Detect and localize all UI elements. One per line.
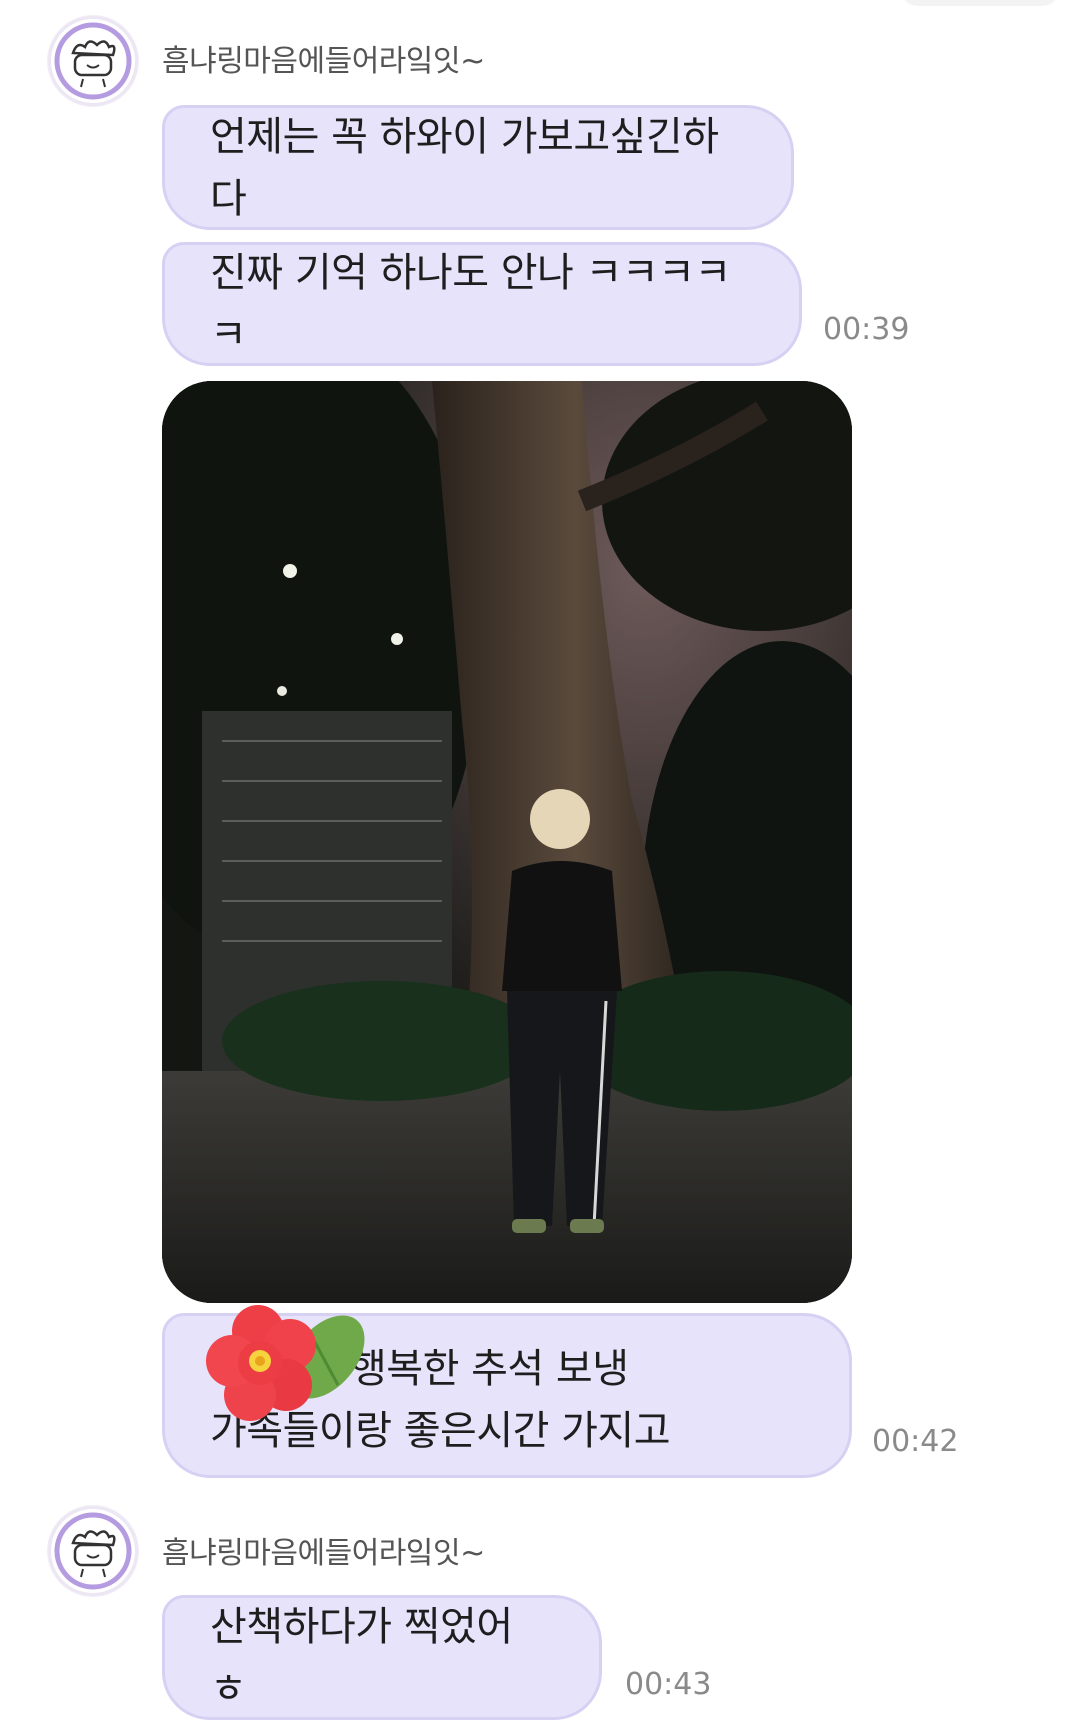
message-text: 진짜 기억 하나도 안나 ㅋㅋㅋㅋㅋ (210, 250, 731, 358)
sender-name: 흠냐링마음에들어라잌잇~ (162, 1536, 485, 1571)
sender-avatar[interactable] (48, 1506, 138, 1596)
message-timestamp: 00:42 (872, 1424, 959, 1459)
muffin-avatar-icon (54, 1512, 132, 1590)
photo-message[interactable] (162, 381, 852, 1303)
night-portrait-photo (162, 381, 852, 1303)
sender-avatar[interactable] (48, 16, 138, 106)
message-timestamp: 00:39 (823, 312, 910, 347)
message-bubble[interactable]: 언제는 꼭 하와이 가보고싶긴하다 (162, 105, 794, 230)
message-text: 언제는 꼭 하와이 가보고싶긴하다 (210, 113, 719, 222)
message-bubble[interactable]: 산책하다가 찍었어 ㅎ (162, 1595, 602, 1720)
muffin-avatar-icon (54, 22, 132, 100)
message-timestamp: 00:43 (625, 1667, 712, 1702)
message-bubble[interactable]: 진짜 기억 하나도 안나 ㅋㅋㅋㅋㅋ (162, 242, 802, 366)
top-indicator (900, 0, 1060, 6)
hibiscus-flower-sticker-icon[interactable] (198, 1297, 368, 1447)
message-text: 산책하다가 찍었어 ㅎ (210, 1603, 513, 1712)
sender-name: 흠냐링마음에들어라잌잇~ (162, 44, 485, 79)
